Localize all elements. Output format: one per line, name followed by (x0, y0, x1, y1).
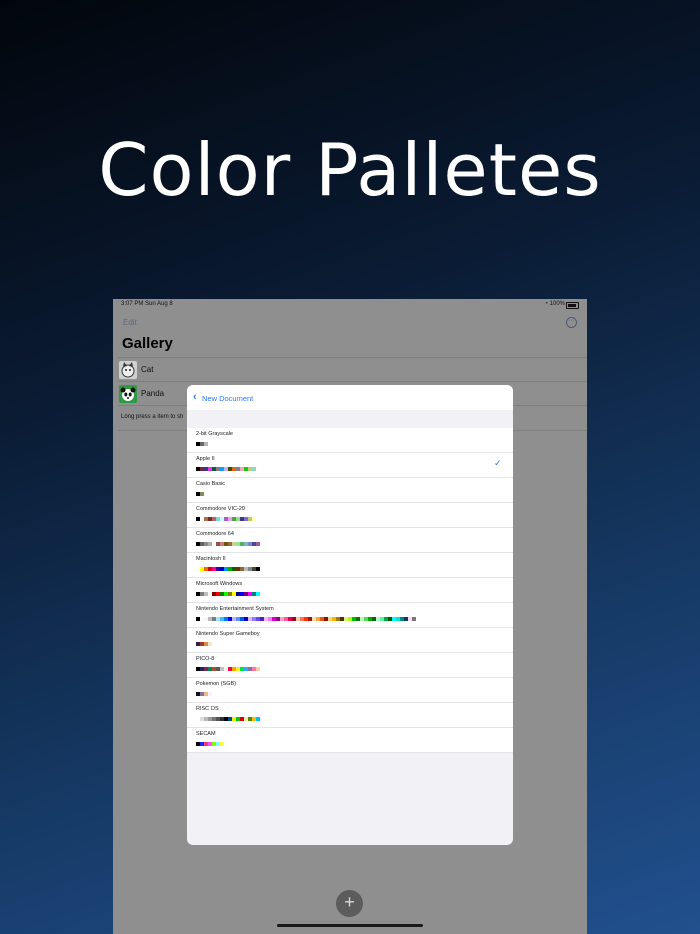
headline: Color Palletes (98, 128, 602, 212)
palette-swatches (196, 592, 260, 596)
palette-swatches (196, 542, 260, 546)
palette-name: Pokemon (SGB) (196, 681, 237, 687)
checkmark-icon: ✓ (494, 458, 502, 468)
color-swatch (256, 517, 260, 521)
color-swatch (208, 442, 212, 446)
palette-row[interactable]: SECAM (187, 728, 513, 753)
status-bar: 3:07 PM Sun Aug 8 ◔ 100% (113, 299, 587, 311)
palette-swatches (196, 517, 260, 521)
color-swatch (256, 567, 260, 571)
palette-name: Microsoft Windows (196, 581, 243, 587)
gallery-hint: Long press a item to sh (121, 414, 184, 420)
color-swatch (256, 467, 260, 471)
palette-swatches (196, 642, 212, 646)
color-swatch (204, 492, 208, 496)
gallery-item-cat[interactable]: Cat (118, 357, 587, 382)
palette-name: PICO-8 (196, 656, 215, 662)
palette-name: Macintosh II (196, 556, 226, 562)
palette-name: Commodore 64 (196, 531, 234, 537)
gallery-title: Gallery (122, 335, 173, 352)
palette-row[interactable]: PICO-8 (187, 653, 513, 678)
color-swatch (256, 717, 260, 721)
status-time-date: 3:07 PM Sun Aug 8 (121, 301, 173, 307)
plus-icon: + (344, 892, 355, 912)
palette-list: 2-bit Grayscale Apple II ✓ Casio Basic Commo… (187, 428, 513, 753)
palette-swatches (196, 617, 416, 621)
palette-swatches (196, 692, 212, 696)
palette-swatches (196, 567, 260, 571)
palette-name: SECAM (196, 731, 216, 737)
color-swatch (256, 667, 260, 671)
edit-button[interactable]: Edit (123, 318, 137, 327)
gallery-item-name: Cat (141, 365, 154, 374)
color-swatch (412, 617, 416, 621)
palette-name: Casio Basic (196, 481, 226, 487)
add-button[interactable]: + (336, 890, 363, 917)
palette-row[interactable]: Apple II ✓ (187, 453, 513, 478)
sheet-header: ‹ New Document (187, 385, 513, 410)
new-document-sheet: ‹ New Document 2-bit Grayscale Apple II ✓ C… (187, 385, 513, 845)
palette-row[interactable]: Commodore 64 (187, 528, 513, 553)
palette-name: Nintendo Super Gameboy (196, 631, 260, 637)
status-battery-percent: ◔ 100% (544, 301, 565, 307)
battery-icon (566, 302, 579, 309)
ellipsis-circle-icon[interactable]: ··· (566, 317, 577, 328)
color-swatch (256, 592, 260, 596)
palette-row[interactable]: RISC OS (187, 703, 513, 728)
color-swatch (208, 642, 212, 646)
palette-row[interactable]: Nintendo Entertainment System (187, 603, 513, 628)
palette-swatches (196, 442, 212, 446)
back-button[interactable]: New Document (202, 394, 253, 403)
home-indicator (277, 924, 423, 927)
palette-name: Commodore VIC-20 (196, 506, 245, 512)
palette-name: 2-bit Grayscale (196, 431, 233, 437)
cat-thumbnail (119, 361, 137, 379)
palette-row[interactable]: Commodore VIC-20 (187, 503, 513, 528)
panda-thumbnail (119, 385, 137, 403)
palette-swatches (196, 492, 208, 496)
palette-swatches (196, 742, 228, 746)
palette-row[interactable]: Casio Basic (187, 478, 513, 503)
palette-name: RISC OS (196, 706, 219, 712)
color-swatch (224, 742, 228, 746)
palette-swatches (196, 467, 260, 471)
color-swatch (256, 542, 260, 546)
palette-name: Apple II (196, 456, 215, 462)
palette-swatches (196, 667, 260, 671)
palette-row[interactable]: 2-bit Grayscale (187, 428, 513, 453)
chevron-left-icon[interactable]: ‹ (193, 392, 197, 403)
palette-row[interactable]: Microsoft Windows (187, 578, 513, 603)
palette-row[interactable]: Pokemon (SGB) (187, 678, 513, 703)
palette-row[interactable]: Macintosh II (187, 553, 513, 578)
palette-swatches (196, 717, 260, 721)
palette-name: Nintendo Entertainment System (196, 606, 274, 612)
gallery-item-name: Panda (141, 389, 165, 398)
color-swatch (208, 692, 212, 696)
palette-row[interactable]: Nintendo Super Gameboy (187, 628, 513, 653)
wifi-icon: ◔ (544, 301, 548, 307)
